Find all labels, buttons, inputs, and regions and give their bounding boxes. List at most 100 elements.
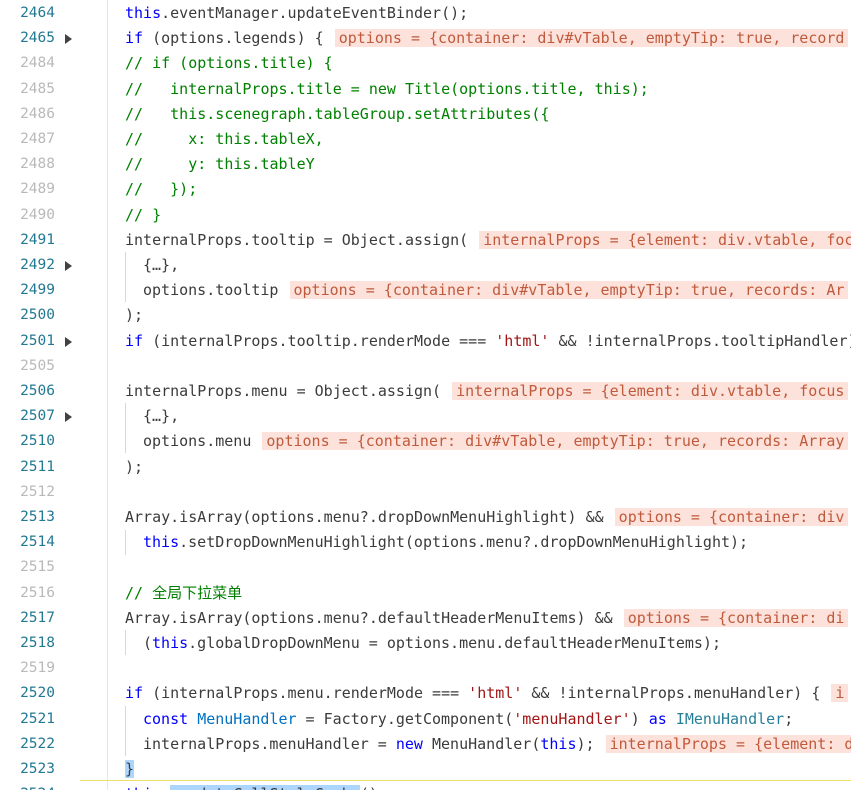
code-token: 'menuHandler'	[513, 709, 631, 728]
code-token: if	[125, 331, 144, 350]
code-token: this	[152, 634, 189, 652]
code-token: (	[143, 634, 153, 652]
code-line[interactable]: 2490 // }	[0, 203, 851, 228]
line-number: 2505	[20, 357, 55, 374]
code-token: 'html'	[495, 331, 550, 350]
code-text: const MenuHandler = Factory.getComponent…	[143, 707, 793, 732]
code-text: internalProps.tooltip = Object.assign( i…	[125, 228, 851, 253]
code-line[interactable]: 2505	[0, 354, 851, 379]
fold-chevron-right-icon[interactable]	[65, 336, 72, 347]
line-number: 2506	[20, 383, 55, 399]
inline-value-hint: i	[831, 684, 849, 703]
code-token: {…},	[143, 407, 180, 426]
code-line[interactable]: 2507 {…},	[0, 404, 851, 429]
code-line[interactable]: 2521 const MenuHandler = Factory.getCompo…	[0, 707, 851, 732]
code-line[interactable]: 2465 if (options.legends) { options = {co…	[0, 26, 851, 51]
code-text: this.setDropDownMenuHighlight(options.me…	[143, 530, 748, 555]
code-token: IMenuHandler	[675, 709, 785, 728]
code-line[interactable]: 2499 options.tooltip options = {container…	[0, 278, 851, 303]
code-line[interactable]: 2516 // 全局下拉菜单	[0, 581, 851, 606]
code-line[interactable]: 2511);	[0, 455, 851, 480]
code-line[interactable]: 2492 {…},	[0, 253, 851, 278]
fold-chevron-right-icon[interactable]	[65, 261, 72, 271]
code-line[interactable]: 2485 // internalProps.title = new Title(o…	[0, 77, 851, 102]
line-number: 2514	[20, 534, 55, 551]
code-token: this	[125, 785, 161, 790]
code-line[interactable]: 2487 // x: this.tableX,	[0, 127, 851, 152]
code-token: Array.isArray(options.menu?.defaultHeade…	[125, 608, 622, 627]
code-comment: // });	[125, 180, 198, 199]
code-line[interactable]: 2489 // });	[0, 177, 851, 202]
code-comment: // y: this.tableY	[125, 155, 315, 174]
code-text: // 全局下拉菜单	[125, 581, 242, 606]
code-line[interactable]: 2501 if (internalProps.tooltip.renderMode…	[0, 329, 851, 354]
code-token: (internalProps.tooltip.renderMode ===	[143, 331, 496, 350]
line-number: 2500	[20, 307, 55, 324]
inline-value-hint: internalProps = {element: div.vtable, fo…	[452, 382, 849, 400]
code-comment: // }	[125, 205, 162, 224]
fold-chevron-right-icon[interactable]	[65, 412, 72, 423]
code-line[interactable]: 2464 this.eventManager.updateEventBinder(…	[0, 1, 851, 26]
code-editor[interactable]: 2464 this.eventManager.updateEventBinder(…	[0, 0, 851, 790]
code-line[interactable]: 2488 // y: this.tableY	[0, 152, 851, 177]
code-text: {…},	[143, 404, 179, 429]
line-number: 2499	[20, 282, 55, 299]
code-token: const	[143, 709, 189, 728]
line-number: 2512	[20, 483, 55, 500]
code-token: .	[161, 785, 170, 790]
code-line[interactable]: 2524 this._updateCellStyleCache();	[0, 782, 851, 790]
code-text: );	[125, 455, 143, 480]
code-line[interactable]: 2523}	[0, 757, 851, 782]
code-line[interactable]: 2513 Array.isArray(options.menu?.dropDown…	[0, 505, 851, 530]
code-line[interactable]: 2506 internalProps.menu = Object.assign( …	[0, 379, 851, 404]
code-text: Array.isArray(options.menu?.defaultHeade…	[125, 606, 849, 631]
code-line[interactable]: 2515	[0, 555, 851, 580]
code-text: // if (options.title) {	[125, 51, 333, 76]
code-line[interactable]: 2514 this.setDropDownMenuHighlight(option…	[0, 530, 851, 555]
code-text: if (internalProps.tooltip.renderMode ===…	[125, 329, 851, 354]
line-number: 2516	[20, 584, 55, 601]
inline-value-hint: options = {container: div#vTable, emptyT…	[262, 432, 849, 451]
code-text: );	[125, 303, 143, 328]
code-token: );	[125, 306, 144, 325]
inline-value-hint: options = {container: di	[623, 608, 849, 627]
code-token: ();	[360, 785, 387, 790]
code-token: options.menu	[143, 432, 261, 451]
code-line[interactable]: 2520 if (internalProps.menu.renderMode ==…	[0, 681, 851, 706]
code-text: // }	[125, 203, 161, 228]
code-line[interactable]: 2512	[0, 480, 851, 505]
line-number: 2510	[20, 433, 55, 450]
code-token: ;	[784, 709, 794, 728]
code-comment: // if (options.title) {	[125, 54, 333, 73]
code-line[interactable]: 2517 Array.isArray(options.menu?.defaultH…	[0, 606, 851, 631]
code-token: && !internalProps.tooltipHandler)	[549, 331, 851, 350]
code-token: (internalProps.menu.renderMode ===	[143, 684, 469, 703]
code-line[interactable]: 2519	[0, 656, 851, 681]
code-line[interactable]: 2486 // this.scenegraph.tableGroup.setAtt…	[0, 102, 851, 127]
code-token: );	[576, 734, 604, 753]
line-number: 2464	[20, 5, 55, 21]
line-number: 2521	[20, 710, 55, 727]
code-line[interactable]: 2500);	[0, 303, 851, 328]
line-number: 2522	[20, 735, 55, 752]
code-token: this	[125, 4, 162, 22]
code-token: }	[125, 760, 135, 778]
code-token: this	[143, 533, 180, 552]
code-line[interactable]: 2491 internalProps.tooltip = Object.assig…	[0, 228, 851, 253]
code-line[interactable]: 2522 internalProps.menuHandler = new Menu…	[0, 732, 851, 757]
code-text: options.menu options = {container: div#v…	[143, 429, 849, 454]
line-number: 2520	[20, 685, 55, 702]
code-text: // internalProps.title = new Title(optio…	[125, 77, 649, 102]
code-token: internalProps.menu = Object.assign(	[125, 382, 451, 400]
fold-chevron-right-icon[interactable]	[65, 34, 72, 45]
line-number: 2490	[20, 206, 55, 223]
code-line[interactable]: 2510 options.menu options = {container: d…	[0, 429, 851, 454]
code-token: if	[125, 684, 144, 703]
code-token: {…},	[143, 256, 180, 274]
code-token: )	[630, 709, 649, 728]
code-line[interactable]: 2518 (this.globalDropDownMenu = options.m…	[0, 631, 851, 656]
code-line[interactable]: 2484 // if (options.title) {	[0, 51, 851, 76]
code-token: .globalDropDownMenu = options.menu.defau…	[188, 634, 721, 652]
line-number: 2485	[20, 80, 55, 97]
